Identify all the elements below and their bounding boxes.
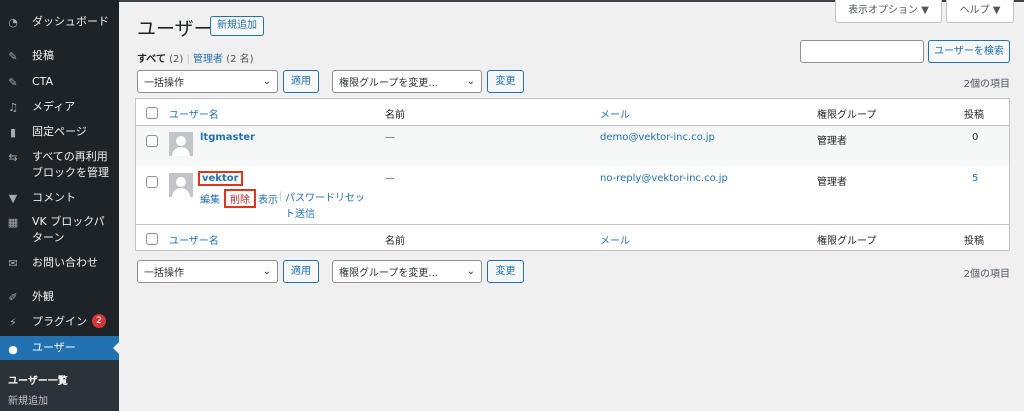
edit-link[interactable]: 編集 <box>200 191 220 206</box>
role-cell: 管理者 <box>817 177 847 188</box>
change-role-select-bottom[interactable]: 権限グループを変更... ⌄ <box>332 260 482 283</box>
view-link[interactable]: 表示 <box>258 191 278 206</box>
table-header: ユーザー名 名前 メール 権限グループ 投稿 <box>136 99 1009 126</box>
submenu-all-users[interactable]: ユーザー一覧 <box>8 372 68 387</box>
chevron-down-icon: ⌄ <box>466 266 475 277</box>
chevron-down-icon: ⌄ <box>466 76 475 87</box>
add-new-user-button[interactable]: 新規追加 <box>210 16 264 36</box>
grid-icon: ▦ <box>7 216 19 229</box>
role-cell: 管理者 <box>817 136 847 147</box>
update-count-badge: 2 <box>92 314 106 328</box>
submenu-add-new[interactable]: 新規追加 <box>8 392 48 407</box>
mail-icon: ✉ <box>8 257 18 270</box>
email-link[interactable]: demo@vektor-inc.co.jp <box>600 132 715 143</box>
menu-cta[interactable]: ✎ CTA <box>0 74 119 90</box>
posts-count-link[interactable]: 5 <box>972 173 978 184</box>
menu-users[interactable]: ● ユーザー <box>0 336 119 360</box>
delete-link[interactable]: 削除 <box>224 189 256 208</box>
menu-appearance[interactable]: ✐ 外観 <box>0 289 119 305</box>
column-name: 名前 <box>385 236 405 247</box>
select-all-checkbox[interactable] <box>146 233 158 245</box>
name-cell: — <box>385 132 395 143</box>
users-table: ユーザー名 名前 メール 権限グループ 投稿 ltgmaster — demo@… <box>135 98 1010 251</box>
page-title: ユーザー <box>137 18 213 40</box>
select-all-checkbox[interactable] <box>146 107 158 119</box>
chevron-down-icon: ⌄ <box>262 266 271 277</box>
user-search-input[interactable] <box>800 40 924 63</box>
help-button[interactable]: ヘルプ ▼ <box>946 0 1014 23</box>
pin-icon: ✎ <box>8 50 18 63</box>
brush-icon: ✐ <box>8 291 18 304</box>
posts-count: 0 <box>972 132 979 143</box>
column-email[interactable]: メール <box>600 106 630 121</box>
column-posts: 投稿 <box>964 236 984 247</box>
user-role-filters: すべて (2) | 管理者 (2 名) <box>137 54 254 65</box>
change-role-button-bottom[interactable]: 変更 <box>487 260 524 283</box>
avatar <box>169 173 193 197</box>
current-menu-arrow <box>107 342 119 354</box>
menu-contact[interactable]: ✉ お問い合わせ <box>0 255 119 271</box>
plugin-icon: ⚡ <box>9 316 17 329</box>
password-reset-link[interactable]: パスワードリセット送信 <box>285 191 367 223</box>
bulk-action-select[interactable]: 一括操作 ⌄ <box>137 70 278 93</box>
column-username[interactable]: ユーザー名 <box>169 232 219 247</box>
username-link[interactable]: ltgmaster <box>200 132 255 143</box>
change-role-button[interactable]: 変更 <box>487 70 524 93</box>
column-role: 権限グループ <box>817 236 877 247</box>
users-submenu: ユーザー一覧 新規追加 <box>0 360 119 411</box>
email-link[interactable]: no-reply@vektor-inc.co.jp <box>600 173 728 184</box>
items-count-bottom: 2個の項目 <box>963 269 1010 280</box>
apply-button-bottom[interactable]: 適用 <box>283 260 319 283</box>
menu-reusable-blocks[interactable]: ⇆ すべての再利用ブロックを管理 <box>0 149 119 181</box>
menu-posts[interactable]: ✎ 投稿 <box>0 48 119 64</box>
menu-media[interactable]: ♫ メディア <box>0 99 119 115</box>
apply-button[interactable]: 適用 <box>283 70 319 93</box>
table-row: vektor 編集 削除 表示 | パスワードリセット送信 — no-reply… <box>136 166 1009 225</box>
row-checkbox[interactable] <box>146 135 158 147</box>
table-footer: ユーザー名 名前 メール 権限グループ 投稿 <box>136 224 1009 251</box>
avatar <box>169 132 193 156</box>
reusable-block-icon: ⇆ <box>8 151 18 164</box>
search-users-button[interactable]: ユーザーを検索 <box>928 40 1010 63</box>
filter-all[interactable]: すべて <box>137 54 166 65</box>
menu-vk-block-patterns[interactable]: ▦ VK ブロックパターン <box>0 214 119 246</box>
items-count: 2個の項目 <box>963 79 1010 90</box>
dashboard-icon: ◔ <box>8 16 18 29</box>
screen-options-button[interactable]: 表示オプション ▼ <box>835 0 942 23</box>
pin-icon: ✎ <box>8 76 18 89</box>
bulk-action-select-bottom[interactable]: 一括操作 ⌄ <box>137 260 278 283</box>
comment-icon: ▼ <box>8 192 18 205</box>
column-email[interactable]: メール <box>600 232 630 247</box>
table-row: ltgmaster — demo@vektor-inc.co.jp 管理者 0 <box>136 126 1009 166</box>
chevron-down-icon: ⌄ <box>262 76 271 87</box>
admin-sidebar: ◔ ダッシュボード ✎ 投稿 ✎ CTA ♫ メディア ▮ 固定ページ ⇆ すべての再利用ブ… <box>0 0 119 411</box>
media-icon: ♫ <box>8 101 18 114</box>
name-cell: — <box>385 173 395 184</box>
filter-admin[interactable]: 管理者 <box>193 54 223 65</box>
pages-icon: ▮ <box>9 126 17 139</box>
user-icon: ● <box>8 342 18 356</box>
menu-comments[interactable]: ▼ コメント <box>0 190 119 206</box>
column-role: 権限グループ <box>817 110 877 121</box>
menu-pages[interactable]: ▮ 固定ページ <box>0 124 119 140</box>
change-role-select[interactable]: 権限グループを変更... ⌄ <box>332 70 482 93</box>
column-posts: 投稿 <box>964 110 984 121</box>
menu-plugins[interactable]: ⚡ プラグイン 2 <box>0 314 119 330</box>
username-link[interactable]: vektor <box>198 171 243 186</box>
column-username[interactable]: ユーザー名 <box>169 106 219 121</box>
menu-dashboard[interactable]: ◔ ダッシュボード <box>0 14 119 30</box>
row-checkbox[interactable] <box>146 176 158 188</box>
column-name: 名前 <box>385 110 405 121</box>
